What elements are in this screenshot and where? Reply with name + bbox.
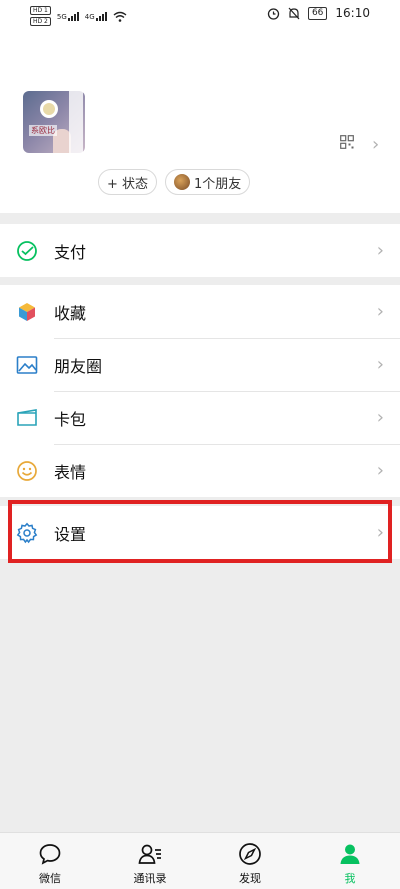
profile-chevron-icon[interactable]: › <box>372 134 379 155</box>
signal-bars-1-icon <box>67 11 79 21</box>
pay-group: 支付 › <box>0 224 400 277</box>
menu-item-favorites[interactable]: 收藏 › <box>0 285 400 338</box>
profile-pills: + 状态 1个朋友 <box>98 169 251 195</box>
hd2-badge: HD 2 <box>30 17 51 26</box>
battery-indicator: 66 <box>307 6 328 20</box>
tab-discover[interactable]: 发现 <box>200 833 300 889</box>
wifi-icon <box>113 11 127 22</box>
network-type-1: 5G <box>56 13 67 21</box>
chevron-right-icon: › <box>376 240 384 261</box>
alarm-icon <box>267 7 280 20</box>
menu-item-stickers[interactable]: 表情 › <box>0 444 400 497</box>
card-wallet-icon <box>17 409 37 426</box>
qr-code-icon[interactable] <box>340 135 354 149</box>
chevron-right-icon: › <box>376 354 384 375</box>
status-button[interactable]: + 状态 <box>98 169 158 195</box>
tab-me[interactable]: 我 <box>300 833 400 889</box>
tab-chats[interactable]: 微信 <box>0 833 100 889</box>
tab-contacts[interactable]: 通讯录 <box>100 833 200 889</box>
settings-highlight-box <box>8 500 392 563</box>
pay-icon <box>17 241 37 261</box>
friends-button[interactable]: 1个朋友 <box>165 169 251 195</box>
tab-label: 通讯录 <box>133 872 167 885</box>
avatar-text: 系欧比 <box>29 125 57 136</box>
avatar-flower-icon <box>43 103 55 115</box>
signal-bars-2-icon <box>95 11 107 21</box>
favorites-cube-icon <box>19 303 35 321</box>
status-left: HD 1 HD 2 5G 4G <box>30 6 127 26</box>
friends-label: 1个朋友 <box>194 176 242 192</box>
friend-avatar-icon <box>174 174 191 190</box>
menu-label-stickers: 表情 <box>54 462 87 482</box>
compass-icon <box>239 843 261 865</box>
status-bar: HD 1 HD 2 5G 4G 66 16:10 <box>0 0 400 30</box>
tab-label: 发现 <box>239 872 261 885</box>
tab-label: 微信 <box>39 872 61 885</box>
avatar-mask <box>69 91 83 153</box>
main-group: 收藏 › 朋友圈 › 卡包 › 表情 › <box>0 285 400 497</box>
hd1-badge: HD 1 <box>30 6 51 15</box>
menu-label-cards: 卡包 <box>54 409 87 429</box>
menu-item-moments[interactable]: 朋友圈 › <box>0 338 400 391</box>
chevron-right-icon: › <box>376 301 384 322</box>
menu-item-cards[interactable]: 卡包 › <box>0 391 400 444</box>
tab-label: 我 <box>344 872 356 885</box>
menu-item-pay[interactable]: 支付 › <box>0 224 400 277</box>
menu-label-favorites: 收藏 <box>54 303 87 323</box>
signal-1: 5G <box>57 11 79 21</box>
clock: 16:10 <box>335 6 370 20</box>
status-label: + 状态 <box>107 176 149 192</box>
chevron-right-icon: › <box>376 460 384 481</box>
mute-bell-icon <box>288 7 300 19</box>
menu-label-pay: 支付 <box>54 242 87 262</box>
smiley-icon <box>17 461 37 481</box>
chevron-right-icon: › <box>376 407 384 428</box>
moments-image-icon <box>16 356 38 374</box>
signal-2: 4G <box>85 11 107 21</box>
contacts-icon <box>138 844 161 864</box>
network-type-2: 4G <box>84 13 95 21</box>
hd-indicators: HD 1 HD 2 <box>30 6 51 26</box>
bottom-tab-bar: 微信 通讯录 发现 我 <box>0 832 400 889</box>
person-icon <box>340 844 360 864</box>
menu-label-moments: 朋友圈 <box>54 356 103 376</box>
profile-header[interactable]: 系欧比 › + 状态 1个朋友 <box>0 30 400 213</box>
status-right: 66 16:10 <box>267 6 370 20</box>
chat-bubble-icon <box>39 844 61 865</box>
